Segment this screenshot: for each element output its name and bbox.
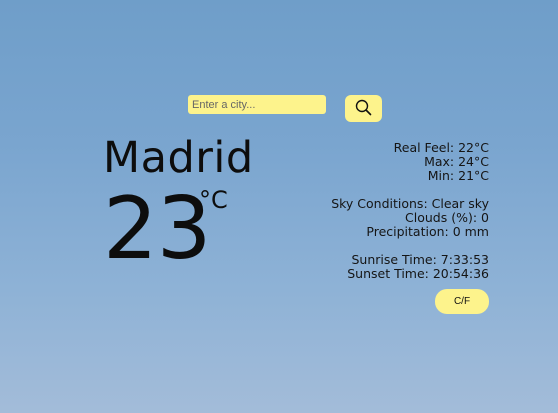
sunset-time: Sunset Time: 20:54:36	[347, 266, 489, 281]
search-bar	[188, 95, 382, 122]
max-temp: Max: 24°C	[424, 154, 489, 169]
min-temp: Min: 21°C	[427, 168, 489, 183]
temperature-unit: °C	[199, 186, 228, 214]
search-icon	[355, 99, 372, 119]
unit-toggle-button[interactable]: C/F	[435, 289, 489, 314]
precipitation: Precipitation: 0 mm	[366, 224, 489, 239]
sky-conditions: Sky Conditions: Clear sky	[331, 196, 489, 211]
real-feel: Real Feel: 22°C	[393, 140, 489, 155]
temperature-value: 23	[103, 179, 211, 279]
city-search-input[interactable]	[188, 95, 326, 114]
clouds: Clouds (%): 0	[405, 210, 489, 225]
search-button[interactable]	[345, 95, 382, 122]
city-name: Madrid	[103, 133, 254, 183]
weather-details: Real Feel: 22°C Max: 24°C Min: 21°C Sky …	[331, 141, 489, 281]
sunrise-time: Sunrise Time: 7:33:53	[351, 252, 489, 267]
